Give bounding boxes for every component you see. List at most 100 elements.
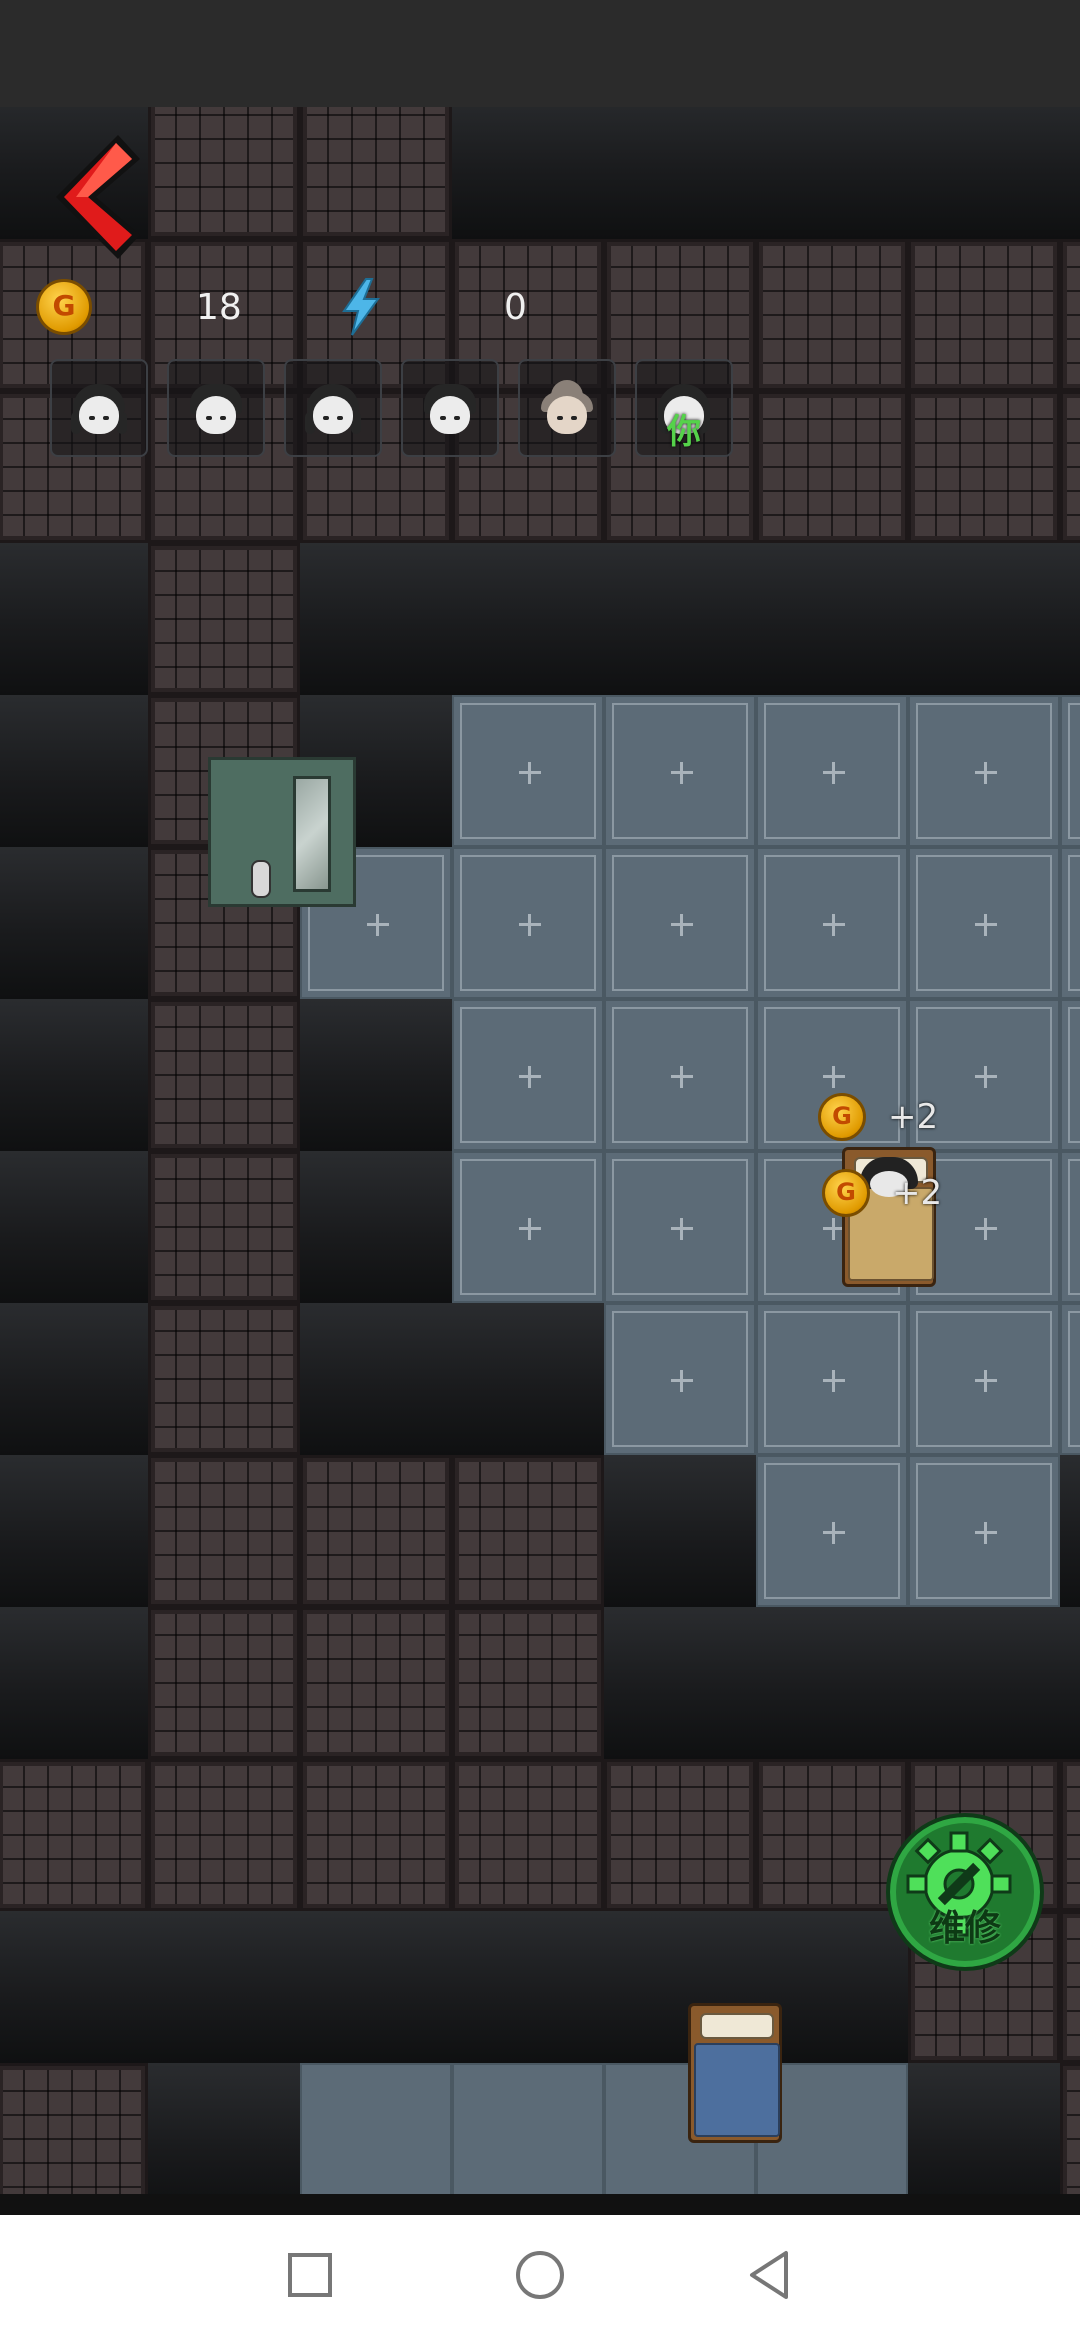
floor-tile[interactable] [756,847,908,999]
brick-tile [1060,1759,1080,1911]
wall-tile [300,1911,452,2063]
floor-tile[interactable] [604,847,756,999]
square-icon[interactable] [280,2245,340,2305]
brick-tile [756,391,908,543]
wall-tile [0,847,148,999]
game-canvas[interactable]: G +2 G +2 G 18 0 你 维修 [0,107,1080,2194]
wall-tile [300,999,452,1151]
brick-tile [1060,391,1080,543]
floor-tile[interactable] [452,999,604,1151]
girl-face-icon [69,378,129,438]
boy-face-icon [186,378,246,438]
brick-tile [1060,1911,1080,2063]
brick-tile [300,1607,452,1759]
floor-tile[interactable] [604,1303,756,1455]
floor-tile[interactable] [452,847,604,999]
brick-tile [148,999,300,1151]
wall-tile [908,2063,1060,2194]
wall-tile [148,1911,300,2063]
wall-tile [604,543,756,695]
character-avatar-self[interactable]: 你 [635,359,733,457]
character-avatar[interactable] [167,359,265,457]
floor-tile[interactable] [908,1303,1060,1455]
triangle-back-icon[interactable] [740,2245,800,2305]
floor-tile[interactable] [908,695,1060,847]
door-handle [251,860,271,898]
character-avatar[interactable] [284,359,382,457]
wall-tile [452,107,604,239]
wall-tile [604,1607,756,1759]
wall-tile [452,1911,604,2063]
floor-tile[interactable] [908,847,1060,999]
floor-tile[interactable] [908,1455,1060,1607]
floor-tile[interactable] [1060,847,1080,999]
empty-bed[interactable] [680,2003,790,2143]
wall-tile [756,107,908,239]
player-bed[interactable] [834,1147,944,1287]
floor-tile[interactable] [604,999,756,1151]
wall-tile [300,1303,452,1455]
energy-count: 0 [504,287,527,328]
floor-tile[interactable] [1060,1303,1080,1455]
wall-tile [0,1911,148,2063]
floor-tile[interactable] [756,695,908,847]
status-bar [0,0,1080,107]
brick-tile [604,1759,756,1911]
brick-tile [300,107,452,239]
coin-icon: G [822,1169,870,1217]
wall-tile [756,1607,908,1759]
character-avatar[interactable] [50,359,148,457]
coin-count: 18 [196,287,242,328]
wall-tile [0,1455,148,1607]
system-nav-bar [0,2215,1080,2340]
floor-tile[interactable] [452,2063,604,2194]
wall-tile [0,1607,148,1759]
brick-tile [908,239,1060,391]
wall-tile [452,1303,604,1455]
wall-tile [604,1455,756,1607]
wall-tile [908,107,1060,239]
wall-tile [908,543,1060,695]
back-chevron-icon [56,135,140,259]
brick-tile [756,239,908,391]
wall-tile [1060,1607,1080,1759]
wall-tile [0,695,148,847]
floor-tile[interactable] [1060,1151,1080,1303]
wall-tile [1060,543,1080,695]
wall-tile [0,543,148,695]
wall-tile [0,1151,148,1303]
circle-icon[interactable] [510,2245,570,2305]
wall-tile [300,1151,452,1303]
repair-button[interactable]: 维修 [886,1813,1044,1971]
wall-tile [452,543,604,695]
door[interactable] [208,757,356,907]
floor-tile[interactable] [604,1151,756,1303]
brick-tile [1060,239,1080,391]
floor-tile[interactable] [452,695,604,847]
floor-tile[interactable] [300,2063,452,2194]
boy-face-icon [420,378,480,438]
brick-tile [148,1759,300,1911]
coin-reward-popup: G +2 [818,1093,938,1141]
brick-tile [148,107,300,239]
floor-tile[interactable] [756,1303,908,1455]
floor-tile[interactable] [452,1151,604,1303]
brick-tile [908,391,1060,543]
brick-tile [452,1455,604,1607]
wall-tile [0,1303,148,1455]
wall-tile [908,1607,1060,1759]
floor-tile[interactable] [604,695,756,847]
wall-tile [1060,1455,1080,1607]
floor-tile[interactable] [756,1455,908,1607]
self-marker-label: 你 [667,412,701,452]
back-button[interactable] [40,127,150,262]
character-avatar[interactable] [401,359,499,457]
brick-tile [1060,2063,1080,2194]
girl-face-icon [303,378,363,438]
coin-icon: G [818,1093,866,1141]
coin-icon: G [36,279,92,335]
character-avatar[interactable] [518,359,616,457]
floor-tile[interactable] [1060,695,1080,847]
brick-tile [148,543,300,695]
floor-tile[interactable] [1060,999,1080,1151]
